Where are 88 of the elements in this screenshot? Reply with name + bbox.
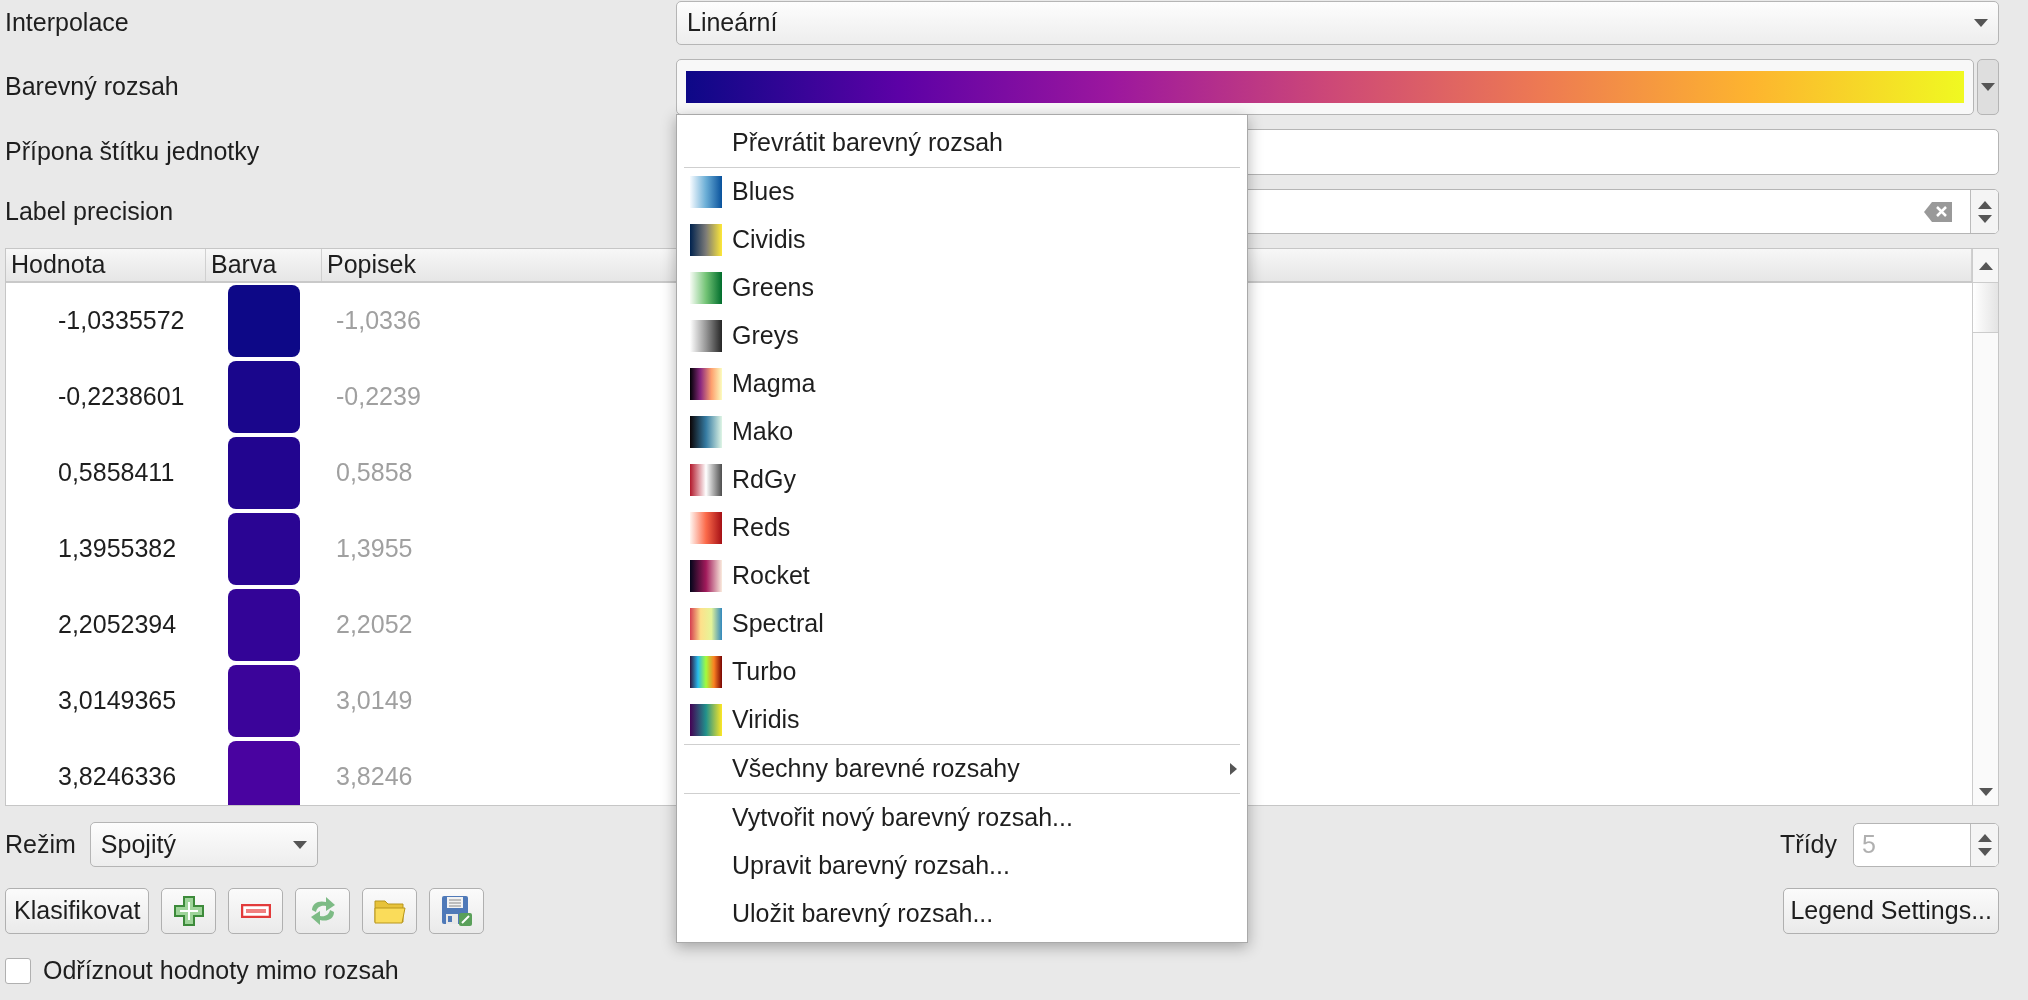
gradient-swatch-icon [690,272,722,304]
up-arrow-icon [1978,261,1993,270]
classify-button[interactable]: Klasifikovat [5,888,150,934]
menu-item[interactable]: Všechny barevné rozsahy [677,745,1247,793]
value-cell-text: 1,3955382 [57,533,178,565]
mode-dropdown[interactable]: Spojitý [89,822,318,867]
ramp-menu-button[interactable] [1977,59,1999,115]
menu-item[interactable]: Spectral [677,600,1247,648]
down-arrow-icon [292,840,307,849]
gradient-swatch-icon [690,224,722,256]
label-cell-text: 1,3955 [335,533,413,565]
down-arrow-icon [1981,83,1995,91]
gradient-swatch-icon [690,176,722,208]
gradient-swatch-icon [690,416,722,448]
field-label: Přípona štítku jednotky [4,136,261,168]
mode-label: Režim [5,828,76,860]
down-arrow-icon [1977,847,1992,856]
color-swatch[interactable] [228,285,300,357]
value-cell-text: 2,2052394 [57,609,178,641]
interpolation-dropdown[interactable]: Lineární [676,1,1999,45]
menu-item[interactable]: Uložit barevný rozsah... [677,890,1247,938]
color-swatch[interactable] [228,513,300,585]
spin-buttons[interactable] [1970,190,1998,233]
menu-item[interactable]: Rocket [677,552,1247,600]
gradient-swatch-icon [690,704,722,736]
value-cell-text: 0,5858411 [57,457,176,489]
gradient-swatch-icon [690,656,722,688]
label-cell-text: 0,5858 [335,457,413,489]
column-header[interactable]: Hodnota [6,249,206,281]
color-swatch[interactable] [228,589,300,661]
menu-item[interactable]: Greys [677,312,1247,360]
value-cell-text: 3,0149365 [57,685,178,717]
checkbox[interactable] [5,957,31,984]
field-label: Label precision [4,195,175,227]
toolbar-button[interactable] [362,888,418,934]
gradient-swatch-icon [690,368,722,400]
toolbar-button[interactable] [429,888,485,934]
toolbar-button[interactable] [228,888,284,934]
down-arrow-icon [1977,214,1992,223]
floppy-disk-icon [440,895,473,927]
scrollbar-thumb[interactable] [1973,283,1998,333]
color-swatch[interactable] [228,361,300,433]
legend-settings-button[interactable]: Legend Settings... [1783,888,1999,934]
menu-item[interactable]: Reds [677,504,1247,552]
folder-icon [373,898,406,924]
toolbar-button[interactable] [295,888,351,934]
field-label: Barevný rozsah [4,71,180,103]
color-swatch[interactable] [228,741,300,805]
menu-item[interactable]: Upravit barevný rozsah... [677,842,1247,890]
label-cell-text: 3,8246 [335,761,413,793]
plus-icon [173,896,204,926]
gradient-swatch-icon [690,320,722,352]
menu-item[interactable]: Mako [677,408,1247,456]
gradient-swatch-icon [690,464,722,496]
menu-item[interactable]: Viridis [677,696,1247,744]
menu-item[interactable]: RdGy [677,456,1247,504]
label-cell-text: 3,0149 [335,685,413,717]
menu-item[interactable]: Blues [677,168,1247,216]
color-ramp-button[interactable] [676,59,1974,115]
column-header[interactable]: Barva [206,249,322,281]
gradient-swatch-icon [690,608,722,640]
value-cell-text: -1,0335572 [57,305,186,337]
scrollbar-track[interactable] [1972,249,1998,805]
menu-item[interactable]: Turbo [677,648,1247,696]
value-cell-text: 3,8246336 [57,761,178,793]
gradient-swatch-icon [690,512,722,544]
up-arrow-icon [1977,833,1992,842]
label-cell-text: 2,2052 [335,609,413,641]
down-arrow-icon [1978,788,1993,796]
menu-item[interactable]: Převrátit barevný rozsah [677,119,1247,167]
toolbar-button[interactable] [161,888,217,934]
scroll-up-button[interactable] [1973,249,1998,283]
field-label: Interpolace [4,7,130,39]
label-cell-text: -1,0336 [335,305,421,337]
color-swatch[interactable] [228,665,300,737]
clear-icon[interactable] [1924,201,1952,222]
label-cell-text: -0,2239 [335,381,421,413]
checkbox-label: Odříznout hodnoty mimo rozsah [43,955,399,986]
down-arrow-icon [1974,19,1988,27]
up-arrow-icon [1977,200,1992,209]
gradient-swatch-icon [690,560,722,592]
color-swatch[interactable] [228,437,300,509]
value-cell-text: -0,2238601 [57,381,186,413]
minus-icon [240,904,271,918]
menu-item[interactable]: Vytvořit nový barevný rozsah... [677,794,1247,842]
submenu-arrow-icon [1230,763,1237,775]
menu-item[interactable]: Magma [677,360,1247,408]
classes-label: Třídy [1780,828,1837,860]
